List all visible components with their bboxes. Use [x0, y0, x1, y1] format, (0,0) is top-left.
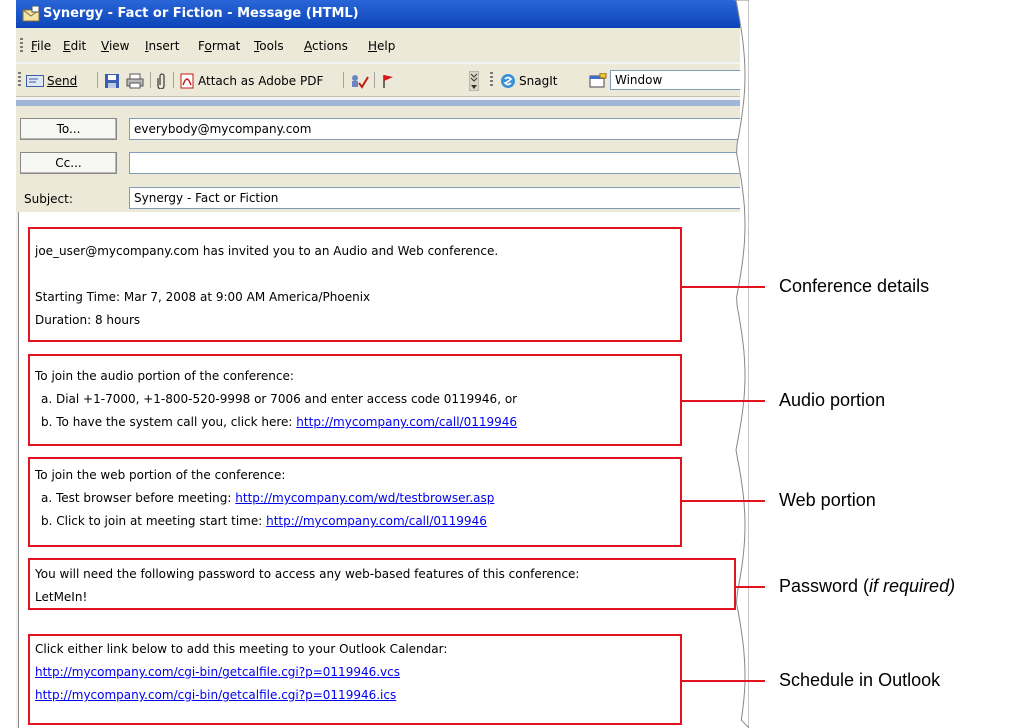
save-icon [105, 74, 119, 88]
callout-label-audio: Audio portion [779, 390, 886, 410]
callout-box-password [28, 558, 736, 610]
send-icon [26, 75, 44, 87]
callout-line-conference [682, 286, 765, 288]
menu-insert[interactable]: Insert [145, 39, 179, 53]
menu-bar: File Edit View Insert Format Tools Actio… [16, 28, 740, 62]
subject-label: Subject: [24, 192, 73, 206]
standard-toolbar: Send Attach as Adobe PDF SnagIt Window [16, 64, 740, 97]
send-button-label: Send [47, 74, 78, 88]
callout-box-audio [28, 354, 682, 446]
toolbar-grip[interactable] [18, 72, 21, 88]
capture-window-icon [589, 73, 607, 88]
subject-field[interactable]: Synergy - Fact or Fiction [129, 187, 740, 209]
paperclip-icon [157, 73, 165, 89]
attach-as-pdf-button[interactable]: Attach as Adobe PDF [179, 72, 323, 90]
print-button[interactable] [126, 72, 144, 90]
callout-box-schedule [28, 634, 682, 725]
toolbar-separator [150, 72, 151, 88]
snagit-capture-button[interactable] [589, 72, 607, 90]
cc-button[interactable]: Cc... [20, 152, 117, 174]
menu-format[interactable]: Format [198, 39, 240, 53]
menu-help[interactable]: Help [368, 39, 395, 53]
print-icon [126, 73, 144, 89]
callout-line-web [682, 500, 765, 502]
callout-label-italic: if required) [869, 576, 956, 596]
menu-edit[interactable]: Edit [63, 39, 86, 53]
callout-label-schedule: Schedule in Outlook [779, 670, 941, 690]
callout-line-audio [682, 400, 765, 402]
message-header: To... everybody@mycompany.com Cc... Subj… [16, 106, 740, 212]
torn-edge-decoration [733, 0, 749, 728]
callout-label-conference: Conference details [779, 276, 930, 296]
toolbar-grip[interactable] [490, 72, 493, 88]
check-names-icon [352, 75, 369, 89]
cc-field[interactable] [129, 152, 740, 174]
chevron-down-icon [469, 71, 479, 91]
title-bar: Synergy - Fact or Fiction - Message (HTM… [16, 0, 740, 28]
menu-actions[interactable]: Actions [304, 39, 348, 53]
check-names-button[interactable] [349, 72, 369, 90]
to-button[interactable]: To... [20, 118, 117, 140]
save-button[interactable] [104, 72, 120, 90]
follow-up-flag-button[interactable] [382, 72, 394, 90]
toolbar-separator [97, 72, 98, 88]
attach-file-button[interactable] [157, 72, 167, 90]
callout-line-schedule [682, 680, 765, 682]
send-button[interactable]: Send [26, 72, 77, 90]
toolbar-separator [374, 72, 375, 88]
flag-icon [383, 75, 393, 88]
menu-file[interactable]: File [31, 39, 51, 53]
toolbar-separator [173, 72, 174, 88]
menubar-grip[interactable] [20, 38, 23, 54]
message-envelope-icon [22, 6, 40, 22]
menu-view[interactable]: View [101, 39, 129, 53]
menu-tools[interactable]: Tools [254, 39, 284, 53]
callout-label-password: Password (if required) [779, 576, 955, 597]
callout-label-text: Password ( [779, 576, 870, 596]
toolbar-separator [343, 72, 344, 88]
callout-line-password [736, 586, 765, 588]
callout-label-web: Web portion [779, 490, 876, 510]
callout-box-conference [28, 227, 682, 342]
snagit-button[interactable]: SnagIt [500, 72, 557, 90]
to-field[interactable]: everybody@mycompany.com [129, 118, 740, 140]
attach-as-pdf-label: Attach as Adobe PDF [198, 74, 324, 88]
window-title: Synergy - Fact or Fiction - Message (HTM… [43, 6, 359, 21]
toolbar-overflow-chevron[interactable] [469, 71, 479, 91]
snagit-icon [501, 74, 515, 88]
adobe-pdf-icon [180, 73, 194, 89]
capture-profile-select[interactable]: Window [610, 70, 740, 90]
callout-box-web [28, 457, 682, 547]
snagit-label: SnagIt [519, 74, 558, 88]
